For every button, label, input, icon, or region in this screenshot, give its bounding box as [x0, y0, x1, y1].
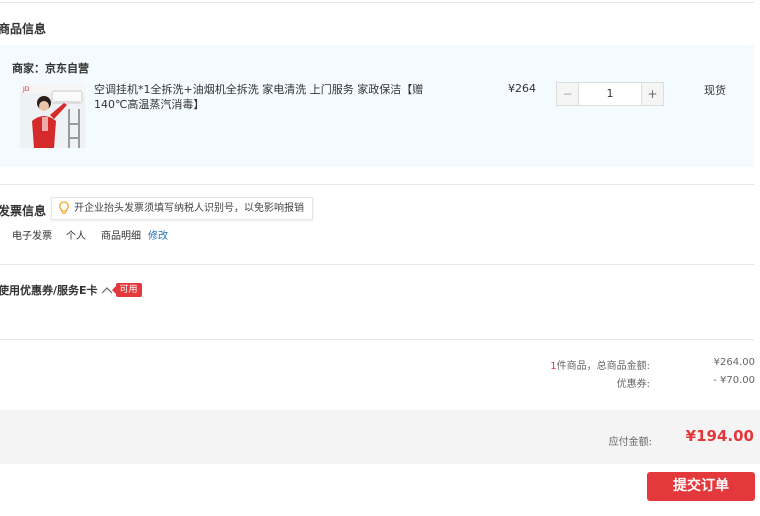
coupon-divider [0, 339, 754, 340]
invoice-holder: 个人 [66, 231, 86, 242]
goods-divider [0, 184, 754, 185]
invoice-edit-link[interactable]: 修改 [148, 227, 168, 242]
submit-order-button[interactable]: 提交订单 [647, 472, 755, 501]
available-badge: 可用 [111, 283, 142, 297]
payable-bar: 应付金额: ¥194.00 [0, 410, 760, 464]
goods-panel: 商家：京东自营 JD 空调挂机*1全拆洗+油烟机全拆洗 家电清洗 上门服务 家政… [0, 45, 754, 167]
lightbulb-icon [59, 201, 69, 214]
stock-status: 现货 [704, 84, 726, 97]
quantity-minus-button[interactable]: − [557, 83, 579, 105]
top-divider [0, 2, 754, 3]
invoice-tip-tooltip: 开企业抬头发票须填写纳税人识别号，以免影响报销 [51, 197, 313, 220]
product-image: JD [20, 83, 85, 148]
goods-section-title: 商品信息 [0, 22, 47, 36]
discount-label: 优惠券: [616, 379, 650, 390]
coupon-section-title: 使用优惠券/服务E卡 [0, 284, 98, 297]
invoice-tip-text: 开企业抬头发票须填写纳税人识别号，以免影响报销 [74, 203, 304, 214]
discount-value: - ¥70.00 [713, 375, 755, 386]
quantity-stepper: − 1 + [556, 82, 664, 106]
invoice-type: 电子发票 [12, 231, 52, 242]
product-name[interactable]: 空调挂机*1全拆洗+油烟机全拆洗 家电清洗 上门服务 家政保洁【赠140℃高温蒸… [94, 82, 424, 112]
merchant-label: 商家：京东自营 [12, 62, 89, 75]
invoice-divider [0, 264, 754, 265]
payable-label: 应付金额: [608, 437, 652, 448]
invoice-content: 商品明细 [101, 231, 141, 242]
payable-amount: ¥194.00 [685, 427, 754, 445]
goods-total-label: 1件商品，总商品金额: [550, 357, 650, 372]
goods-total-label-text: 件商品，总商品金额: [556, 361, 650, 372]
quantity-input[interactable]: 1 [579, 83, 641, 105]
invoice-section-title: 发票信息 [0, 204, 47, 218]
product-thumbnail[interactable]: JD [20, 83, 85, 148]
svg-text:JD: JD [22, 86, 30, 93]
quantity-plus-button[interactable]: + [641, 83, 663, 105]
product-price: ¥264 [508, 82, 536, 95]
coupon-toggle[interactable]: 使用优惠券/服务E卡 可用 [0, 282, 142, 298]
goods-total-value: ¥264.00 [713, 357, 755, 368]
